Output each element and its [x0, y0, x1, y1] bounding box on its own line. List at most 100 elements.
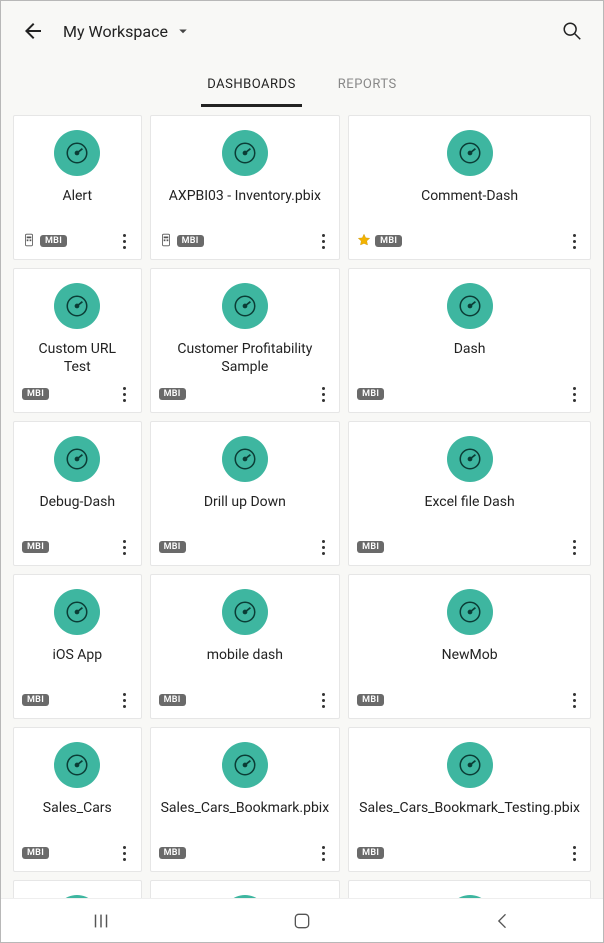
gauge-icon: [457, 446, 483, 472]
dashboard-icon-circle: [222, 130, 268, 176]
dashboard-card[interactable]: [150, 880, 341, 898]
gauge-icon: [232, 752, 258, 778]
tab-reports[interactable]: REPORTS: [332, 69, 403, 107]
dashboard-card[interactable]: Customer Profitability Sample MBI: [150, 268, 341, 413]
search-button[interactable]: [561, 20, 583, 42]
nav-back-button[interactable]: [478, 906, 528, 936]
dashboard-title: Dash: [444, 341, 496, 359]
phone-layout-indicator: [159, 232, 173, 251]
gauge-icon: [232, 140, 258, 166]
dashboard-card[interactable]: mobile dashMBI: [150, 574, 341, 719]
star-icon: [357, 233, 371, 247]
dashboard-icon-circle: [447, 283, 493, 329]
back-button[interactable]: [21, 19, 45, 43]
android-navbar: [1, 898, 603, 942]
dashboard-card[interactable]: [348, 880, 591, 898]
dashboard-icon-circle: [447, 895, 493, 898]
more-options-button[interactable]: [115, 229, 135, 253]
card-footer: MBI: [22, 535, 135, 559]
topbar: My Workspace: [1, 1, 603, 53]
dashboard-card[interactable]: Debug-Dash MBI: [13, 421, 142, 566]
classification-badge: MBI: [40, 235, 67, 247]
more-options-button[interactable]: [564, 841, 584, 865]
more-options-button[interactable]: [115, 382, 135, 406]
dashboard-card[interactable]: Comment-DashMBI: [348, 115, 591, 260]
card-footer: MBI: [22, 382, 135, 406]
card-footer: MBI: [357, 688, 584, 712]
card-footer: MBI: [357, 841, 584, 865]
dashboard-icon-circle: [447, 589, 493, 635]
dashboard-title: Sales_Cars_Bookmark_Testing.pbix: [349, 800, 590, 818]
dashboard-title: Debug-Dash: [29, 494, 125, 512]
workspace-selector[interactable]: My Workspace: [63, 22, 192, 41]
gauge-icon: [64, 446, 90, 472]
dashboard-icon-circle: [222, 436, 268, 482]
tabs: DASHBOARDS REPORTS: [1, 53, 603, 107]
dashboard-card[interactable]: iOS AppMBI: [13, 574, 142, 719]
dashboard-card[interactable]: Sales_CarsMBI: [13, 727, 142, 872]
more-options-button[interactable]: [564, 535, 584, 559]
chevron-down-icon: [174, 22, 192, 40]
dashboard-title: NewMob: [432, 647, 508, 665]
more-options-button[interactable]: [313, 688, 333, 712]
card-footer: MBI: [159, 535, 334, 559]
dashboard-icon-circle: [222, 742, 268, 788]
dashboard-icon-circle: [54, 283, 100, 329]
dashboard-icon-circle: [54, 589, 100, 635]
gauge-icon: [232, 599, 258, 625]
phone-layout-indicator: [22, 232, 36, 251]
dashboard-card[interactable]: Drill up DownMBI: [150, 421, 341, 566]
more-options-button[interactable]: [313, 841, 333, 865]
classification-badge: MBI: [357, 847, 384, 859]
recents-button[interactable]: [76, 906, 126, 936]
more-options-button[interactable]: [115, 688, 135, 712]
more-options-button[interactable]: [564, 229, 584, 253]
dashboard-icon-circle: [447, 742, 493, 788]
card-footer: MBI: [357, 382, 584, 406]
more-options-button[interactable]: [313, 382, 333, 406]
classification-badge: MBI: [22, 388, 49, 400]
tab-dashboards[interactable]: DASHBOARDS: [201, 69, 302, 107]
dashboard-icon-circle: [54, 436, 100, 482]
more-options-button[interactable]: [564, 382, 584, 406]
dashboard-card[interactable]: Custom URL TestMBI: [13, 268, 142, 413]
dashboard-icon-circle: [54, 130, 100, 176]
dashboard-icon-circle: [447, 436, 493, 482]
more-options-button[interactable]: [313, 535, 333, 559]
dashboard-card[interactable]: [13, 880, 142, 898]
arrow-left-icon: [21, 19, 45, 43]
dashboard-card[interactable]: Dash MBI: [348, 268, 591, 413]
more-options-button[interactable]: [564, 688, 584, 712]
dashboard-card[interactable]: AXPBI03 - Inventory.pbix MBI: [150, 115, 341, 260]
dashboard-card[interactable]: Excel file Dash MBI: [348, 421, 591, 566]
classification-badge: MBI: [357, 388, 384, 400]
more-options-button[interactable]: [313, 229, 333, 253]
more-options-button[interactable]: [115, 535, 135, 559]
dashboard-title: Sales_Cars_Bookmark.pbix: [151, 800, 340, 818]
classification-badge: MBI: [22, 847, 49, 859]
card-footer: MBI: [357, 535, 584, 559]
dashboard-title: iOS App: [42, 647, 112, 665]
recents-icon: [90, 910, 112, 932]
content-scroll[interactable]: AlertMBI AXPBI03 - Inventory.pbix MBI Comme…: [1, 107, 603, 898]
home-button[interactable]: [277, 906, 327, 936]
home-icon: [292, 911, 312, 931]
phone-layout-icon: [22, 233, 36, 247]
dashboard-card[interactable]: Sales_Cars_Bookmark.pbixMBI: [150, 727, 341, 872]
dashboard-icon-circle: [222, 283, 268, 329]
dashboard-card[interactable]: Sales_Cars_Bookmark_Testing.pbix MBI: [348, 727, 591, 872]
more-options-button[interactable]: [115, 841, 135, 865]
classification-badge: MBI: [22, 541, 49, 553]
favorite-indicator: [357, 232, 371, 251]
dashboard-card[interactable]: AlertMBI: [13, 115, 142, 260]
classification-badge: MBI: [357, 541, 384, 553]
dashboard-card[interactable]: NewMob MBI: [348, 574, 591, 719]
dashboard-title: Customer Profitability Sample: [151, 341, 340, 376]
dashboard-grid: AlertMBI AXPBI03 - Inventory.pbix MBI Comme…: [13, 115, 591, 898]
search-icon: [561, 20, 583, 42]
dashboard-title: AXPBI03 - Inventory.pbix: [159, 188, 331, 206]
dashboard-title: Excel file Dash: [414, 494, 524, 512]
card-footer: MBI: [159, 688, 334, 712]
card-footer: MBI: [159, 382, 334, 406]
classification-badge: MBI: [177, 235, 204, 247]
